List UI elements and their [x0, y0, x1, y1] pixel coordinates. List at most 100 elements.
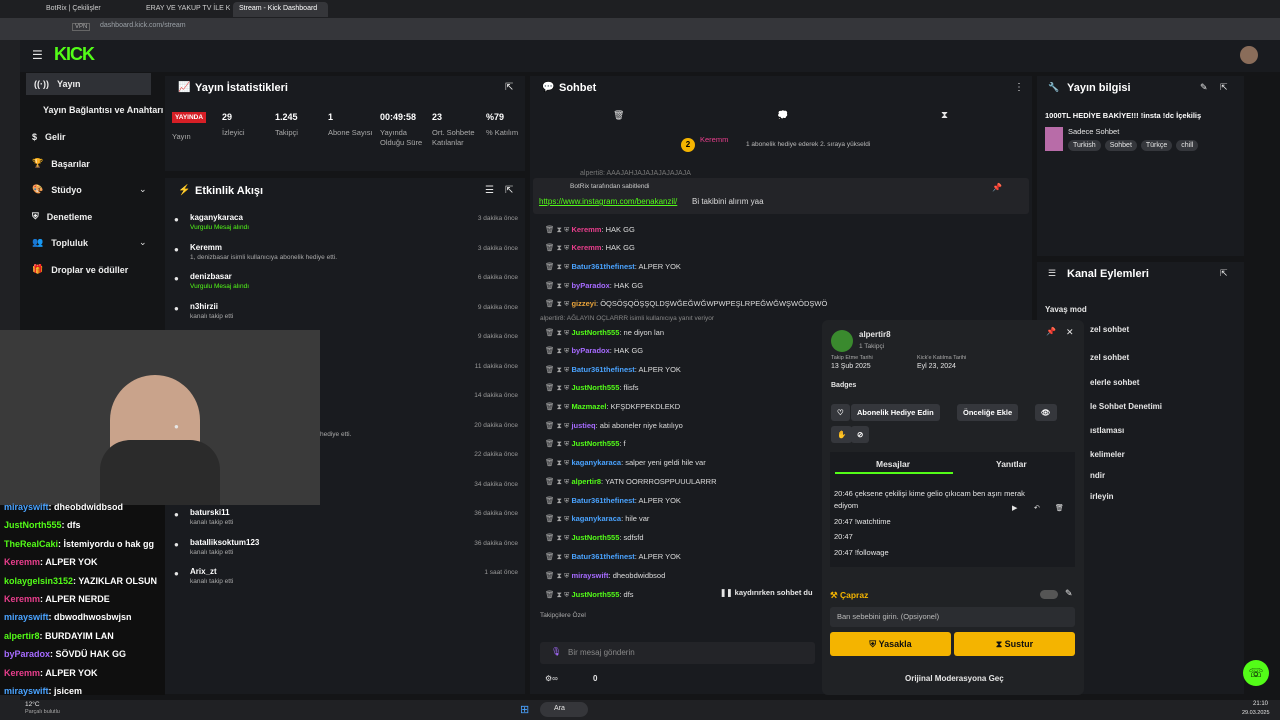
- kick-logo[interactable]: KICK: [54, 44, 95, 65]
- popout-icon[interactable]: ⇱: [505, 185, 513, 196]
- tab-replies[interactable]: Yanıtlar: [996, 459, 1027, 469]
- mod-actions-icon[interactable]: 🗑 ⧗ ⛨: [545, 514, 571, 523]
- chat-username[interactable]: kaganykaracа: [571, 514, 621, 523]
- close-icon[interactable]: ✕: [1066, 327, 1074, 338]
- mod-actions-icon[interactable]: 🗑 ⧗ ⛨: [545, 365, 571, 374]
- feed-username[interactable]: kaganykaracа: [190, 213, 243, 222]
- popout-icon[interactable]: ⇱: [1220, 82, 1228, 93]
- feed-username[interactable]: denizbasar: [190, 272, 232, 281]
- mic-icon[interactable]: 🎙: [551, 647, 561, 656]
- support-button[interactable]: ☏: [1243, 660, 1269, 686]
- chat-username[interactable]: Batur361thefinest: [571, 496, 634, 505]
- chat-username[interactable]: byParadox: [571, 281, 609, 290]
- chat-username[interactable]: Mazmazel: [571, 402, 606, 411]
- pinned-link[interactable]: https://www.instagram.com/benakanzil/: [539, 197, 677, 206]
- mod-actions-icon[interactable]: 🗑 ⧗ ⛨: [545, 262, 571, 271]
- chat-username[interactable]: gizzeyi: [571, 299, 596, 308]
- sidebar-item-stream-key[interactable]: Yayın Bağlantısı ve Anahtarı: [43, 105, 163, 115]
- sidebar-item-achievements[interactable]: 🏆 Başarılar: [32, 158, 90, 169]
- tag-chip[interactable]: Sohbet: [1104, 140, 1137, 151]
- windows-icon[interactable]: ⊞: [520, 703, 529, 716]
- edit-icon[interactable]: ✎: [1065, 588, 1073, 599]
- chat-paused-notice[interactable]: ❚❚ kaydırırken sohbet du: [720, 588, 813, 597]
- vpn-badge[interactable]: VPN: [72, 23, 91, 31]
- browser-tab[interactable]: BotRix | Çekilişler: [40, 2, 135, 17]
- heart-button[interactable]: ♡: [831, 404, 850, 421]
- mod-actions-icon[interactable]: 🗑 ⧗ ⛨: [545, 299, 571, 308]
- category-name[interactable]: Sadece Sohbet: [1068, 127, 1119, 136]
- edit-icon[interactable]: ✎: [1200, 82, 1208, 93]
- mod-actions-icon[interactable]: 🗑 ⧗ ⛨: [545, 421, 571, 430]
- channel-action-item[interactable]: elerle sohbet: [1090, 378, 1139, 387]
- chat-username[interactable]: JustNorth555: [571, 533, 619, 542]
- mod-actions-icon[interactable]: 🗑 ⧗ ⛨: [545, 281, 571, 290]
- mod-actions-icon[interactable]: 🗑 ⧗ ⛨: [545, 346, 571, 355]
- pin-icon[interactable]: 📌: [992, 183, 1002, 192]
- feed-username[interactable]: baturski11: [190, 508, 230, 517]
- feed-username[interactable]: Arix_zt: [190, 567, 217, 576]
- trash-icon[interactable]: 🗑: [1055, 504, 1064, 512]
- chat-username[interactable]: Keremm: [571, 243, 601, 252]
- chat-input[interactable]: Bir mesaj gönderin: [568, 648, 635, 657]
- chat-username[interactable]: Batur361thefinest: [571, 552, 634, 561]
- browser-tab-active[interactable]: Stream - Kick Dashboard: [233, 2, 328, 17]
- tag-chip[interactable]: Turkish: [1068, 140, 1101, 151]
- mod-actions-icon[interactable]: 🗑 ⧗ ⛨: [545, 402, 571, 411]
- channel-action-item[interactable]: le Sohbet Denetimi: [1090, 402, 1162, 411]
- menu-icon[interactable]: ☰: [32, 48, 43, 62]
- mod-actions-icon[interactable]: 🗑 ⧗ ⛨: [545, 439, 571, 448]
- popout-icon[interactable]: ⇱: [1220, 268, 1228, 279]
- channel-action-item[interactable]: ndir: [1090, 471, 1105, 480]
- tag-chip[interactable]: chill: [1176, 140, 1199, 151]
- taskbar-search[interactable]: Ara: [540, 702, 588, 717]
- chat-username[interactable]: JustNorth555: [571, 328, 619, 337]
- chat-username[interactable]: kaganykaracа: [571, 458, 621, 467]
- hand-icon[interactable]: ✋: [831, 426, 853, 443]
- channel-action-item[interactable]: Yavaş mod: [1045, 305, 1087, 314]
- channel-action-item[interactable]: ıstlaması: [1090, 426, 1124, 435]
- chat-bubble-icon[interactable]: 💭: [777, 110, 788, 121]
- chat-username[interactable]: Keremm: [571, 225, 601, 234]
- cross-ban-toggle[interactable]: [1040, 590, 1058, 599]
- url-field[interactable]: dashboard.kick.com/stream: [100, 22, 186, 29]
- mod-actions-icon[interactable]: 🗑 ⧗ ⛨: [545, 496, 571, 505]
- avatar[interactable]: [1240, 46, 1258, 64]
- chat-username[interactable]: byParadox: [571, 346, 609, 355]
- sidebar-item-revenue[interactable]: $ Gelir: [32, 132, 66, 142]
- priority-button[interactable]: Önceliğe Ekle: [957, 404, 1019, 421]
- tab-messages[interactable]: Mesajlar: [876, 459, 910, 469]
- mod-actions-icon[interactable]: 🗑 ⧗ ⛨: [545, 243, 571, 252]
- ban-reason-input[interactable]: Ban sebebini girin. (Opsiyonel): [837, 612, 939, 621]
- mod-actions-icon[interactable]: 🗑 ⧗ ⛨: [545, 477, 571, 486]
- chat-username[interactable]: mirayswift: [571, 571, 608, 580]
- hourglass-icon[interactable]: ⧗: [941, 110, 948, 121]
- gift-sub-button[interactable]: Abonelik Hediye Edin: [851, 404, 940, 421]
- mod-actions-icon[interactable]: 🗑 ⧗ ⛨: [545, 328, 571, 337]
- sidebar-item-moderation[interactable]: ⛨ Denetleme: [32, 211, 92, 222]
- mod-actions-icon[interactable]: 🗑 ⧗ ⛨: [545, 590, 571, 599]
- mod-actions-icon[interactable]: 🗑 ⧗ ⛨: [545, 533, 571, 542]
- channel-action-item[interactable]: irleyin: [1090, 492, 1114, 501]
- sidebar-item-stream[interactable]: ((·)) Yayın: [26, 73, 151, 95]
- feed-username[interactable]: Keremm: [190, 243, 222, 252]
- feed-username[interactable]: n3hirzii: [190, 302, 218, 311]
- sidebar-item-community[interactable]: 👥 Topluluk: [32, 237, 88, 248]
- popout-icon[interactable]: ⇱: [505, 82, 513, 93]
- chevron-down-icon[interactable]: ⌄: [139, 237, 147, 248]
- channel-action-item[interactable]: zel sohbet: [1090, 353, 1129, 362]
- pin-icon[interactable]: 📌: [1046, 327, 1056, 336]
- chat-username[interactable]: JustNorth555: [571, 439, 619, 448]
- tag-chip[interactable]: Türkçe: [1140, 140, 1173, 151]
- mod-actions-icon[interactable]: 🗑 ⧗ ⛨: [545, 571, 571, 580]
- channel-action-item[interactable]: zel sohbet: [1090, 325, 1129, 334]
- block-icon[interactable]: ⊘: [851, 426, 870, 443]
- chat-username[interactable]: justieq: [571, 421, 595, 430]
- ban-button[interactable]: ⛨ Yasakla: [830, 632, 951, 656]
- mod-actions-icon[interactable]: 🗑 ⧗ ⛨: [545, 383, 571, 392]
- mod-actions-icon[interactable]: 🗑 ⧗ ⛨: [545, 225, 571, 234]
- feed-username[interactable]: batalliksoktum123: [190, 538, 259, 547]
- chat-username[interactable]: Batur361thefinest: [571, 262, 634, 271]
- chevron-down-icon[interactable]: ⌄: [139, 184, 147, 195]
- more-icon[interactable]: ⋮: [1014, 82, 1024, 93]
- channel-action-item[interactable]: kelimeler: [1090, 450, 1125, 459]
